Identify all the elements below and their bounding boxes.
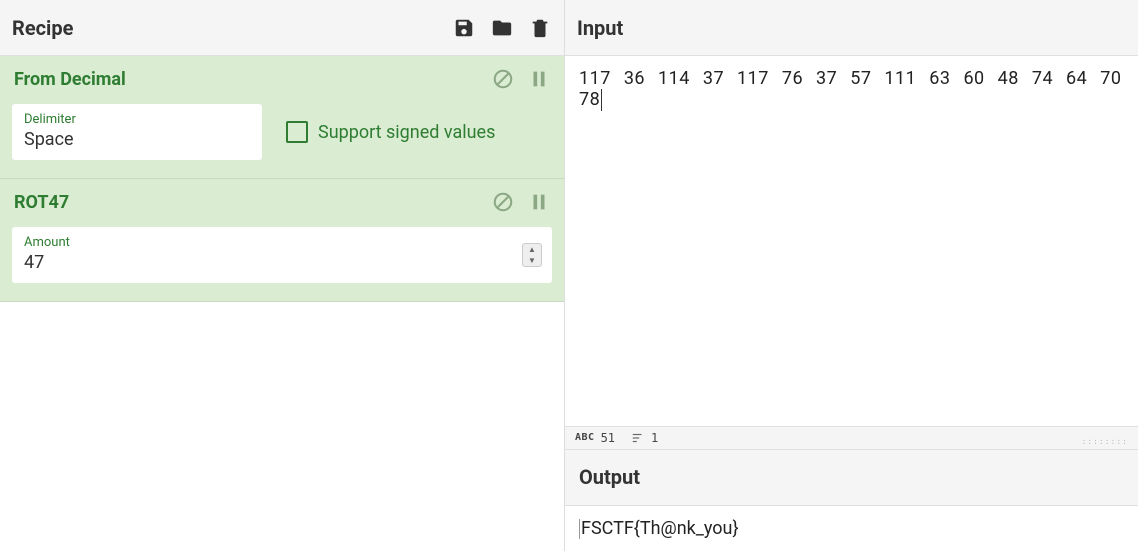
amount-field[interactable]: Amount 47 ▲ ▼ (12, 227, 552, 283)
operation-body: Amount 47 ▲ ▼ (0, 217, 564, 301)
operation-header: ROT47 (0, 179, 564, 217)
recipe-header: Recipe (0, 0, 564, 56)
resize-handle[interactable]: :::::::: (1081, 437, 1128, 446)
delimiter-value: Space (24, 129, 250, 150)
operation-controls (492, 191, 550, 213)
text-cursor (601, 89, 602, 111)
line-count-status: 1 (631, 431, 658, 445)
folder-icon[interactable] (490, 16, 514, 40)
input-header: Input (565, 0, 1138, 56)
input-title: Input (577, 16, 623, 40)
operation-rot47: ROT47 Amount 47 (0, 179, 564, 302)
char-count: 51 (601, 431, 615, 445)
char-count-status: ABC 51 (575, 431, 615, 445)
amount-value: 47 (24, 252, 540, 273)
delimiter-field[interactable]: Delimiter Space (12, 104, 262, 160)
operation-controls (492, 68, 550, 90)
signed-label: Support signed values (318, 122, 495, 143)
recipe-panel: Recipe From Decimal (0, 0, 565, 551)
recipe-body: From Decimal Delimiter Space (0, 56, 564, 551)
signed-checkbox-row[interactable]: Support signed values (286, 121, 495, 143)
save-icon[interactable] (452, 16, 476, 40)
operation-header: From Decimal (0, 56, 564, 94)
pause-icon[interactable] (528, 68, 550, 90)
operation-title: From Decimal (14, 69, 126, 90)
output-text: FSCTF{Th@nk_you} (581, 518, 739, 539)
chevron-up-icon: ▲ (523, 244, 541, 255)
input-status-bar: ABC 51 1 :::::::: (565, 426, 1138, 450)
line-count: 1 (651, 431, 658, 445)
disable-icon[interactable] (492, 191, 514, 213)
lines-icon (631, 431, 645, 445)
checkbox-icon (286, 121, 308, 143)
disable-icon[interactable] (492, 68, 514, 90)
chevron-down-icon: ▼ (523, 255, 541, 266)
output-header: Output (565, 450, 1138, 506)
delimiter-label: Delimiter (24, 112, 250, 127)
trash-icon[interactable] (528, 16, 552, 40)
output-title: Output (579, 465, 640, 489)
input-textarea[interactable]: 117 36 114 37 117 76 37 57 111 63 60 48 … (565, 56, 1138, 426)
amount-label: Amount (24, 235, 540, 250)
recipe-toolbar (452, 16, 552, 40)
recipe-title: Recipe (12, 16, 73, 40)
output-textarea[interactable]: FSCTF{Th@nk_you} (565, 506, 1138, 551)
operation-body: Delimiter Space Support signed values (0, 94, 564, 178)
io-panel: Input 117 36 114 37 117 76 37 57 111 63 … (565, 0, 1138, 551)
input-section: Input 117 36 114 37 117 76 37 57 111 63 … (565, 0, 1138, 450)
operation-from-decimal: From Decimal Delimiter Space (0, 56, 564, 179)
pause-icon[interactable] (528, 191, 550, 213)
app-root: Recipe From Decimal (0, 0, 1138, 551)
output-section: Output FSCTF{Th@nk_you} (565, 450, 1138, 551)
operation-title: ROT47 (14, 192, 69, 213)
text-cursor (579, 519, 580, 539)
input-text: 117 36 114 37 117 76 37 57 111 63 60 48 … (579, 68, 1134, 110)
amount-stepper[interactable]: ▲ ▼ (522, 243, 542, 267)
abc-icon: ABC (575, 432, 595, 443)
